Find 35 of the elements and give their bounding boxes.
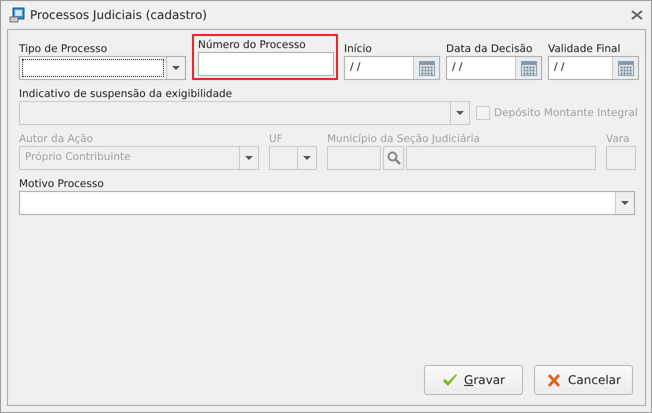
field-label: Motivo Processo <box>19 178 105 190</box>
field-label: Autor da Ação <box>19 133 94 145</box>
dropdown-arrow-icon <box>456 111 464 115</box>
checkbox-label: Depósito Montante Integral <box>494 107 638 119</box>
dropdown-arrow-icon <box>172 66 180 70</box>
dropdown-arrow-icon <box>621 201 629 205</box>
field-label: UF <box>269 133 284 145</box>
window-title: Processos Judiciais (cadastro) <box>30 8 208 22</box>
cancel-button[interactable]: Cancelar <box>534 365 633 395</box>
dropdown-field[interactable] <box>19 191 635 215</box>
field-label: Município da Seção Judiciária <box>327 133 481 145</box>
field-label: Número do Processo <box>198 39 307 51</box>
field-label: Data da Decisão <box>446 43 534 55</box>
date-field[interactable]: / / <box>548 56 639 80</box>
field-label: Indicativo de suspensão da exigibilidade <box>19 88 234 100</box>
search-button[interactable] <box>383 146 404 170</box>
checkmark-icon <box>442 373 458 387</box>
save-button[interactable]: Gravar <box>424 365 523 395</box>
close-icon <box>546 372 562 388</box>
input-field[interactable] <box>198 52 334 76</box>
field-label: Vara <box>606 133 631 145</box>
close-icon[interactable] <box>631 10 643 20</box>
calendar-icon <box>618 60 634 76</box>
calendar-icon <box>418 60 434 76</box>
field-label: Tipo de Processo <box>19 43 108 55</box>
dropdown-arrow-icon <box>245 156 253 160</box>
search-icon <box>386 151 400 165</box>
date-field[interactable]: / / <box>446 56 542 80</box>
calendar-icon <box>520 60 536 76</box>
app-icon <box>9 7 25 23</box>
dropdown-arrow-icon <box>303 156 311 160</box>
date-field[interactable]: / / <box>344 56 440 80</box>
field-label: Validade Final <box>548 43 622 55</box>
dropdown-field[interactable] <box>19 56 186 80</box>
field-label: Início <box>344 43 373 55</box>
